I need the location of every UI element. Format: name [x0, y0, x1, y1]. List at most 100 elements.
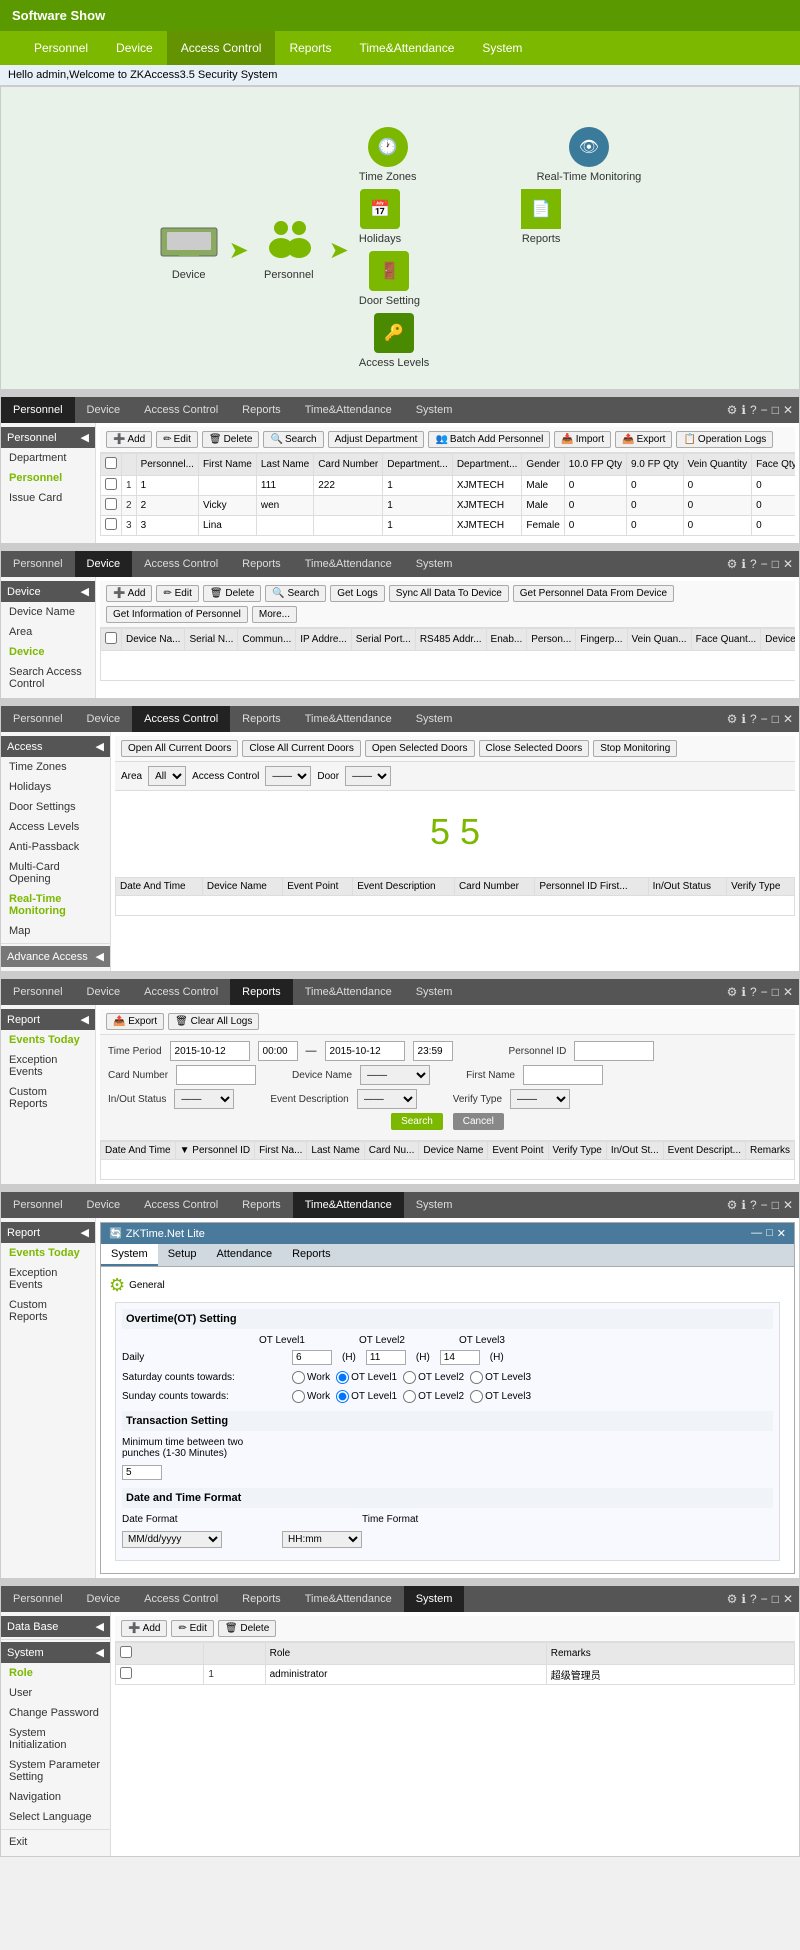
minus-icon-5[interactable]: −	[761, 985, 768, 999]
sat-work-radio[interactable]	[292, 1371, 305, 1384]
more-btn[interactable]: More...	[252, 606, 297, 623]
sidebar-personnel[interactable]: Personnel	[1, 468, 95, 488]
sidebar-change-pwd[interactable]: Change Password	[1, 1703, 110, 1723]
export-btn[interactable]: 📤 Export	[615, 431, 672, 448]
tab-time-2[interactable]: Time&Attendance	[293, 397, 404, 423]
col-remarks-r[interactable]: Remarks	[746, 1142, 795, 1160]
close-icon-5[interactable]: ✕	[783, 985, 793, 999]
delete-btn-3[interactable]: 🗑 Delete	[203, 585, 261, 602]
col-event-desc[interactable]: Event Description	[353, 878, 455, 896]
col-eventpoint-r[interactable]: Event Point	[488, 1142, 548, 1160]
row-check-2[interactable]	[105, 498, 117, 510]
tab-device-3[interactable]: Device	[75, 551, 133, 577]
help-icon-4[interactable]: ?	[750, 712, 757, 726]
col-card-r[interactable]: Card Nu...	[364, 1142, 419, 1160]
sidebar-map[interactable]: Map	[1, 921, 110, 941]
get-info-btn[interactable]: Get Information of Personnel	[106, 606, 248, 623]
reports-sidebar-toggle[interactable]: ◀	[81, 1013, 89, 1026]
sidebar-select-lang[interactable]: Select Language	[1, 1807, 110, 1827]
tab-reports-3[interactable]: Reports	[230, 551, 293, 577]
nav-time-1[interactable]: Time&Attendance	[345, 31, 468, 65]
help-icon-7[interactable]: ?	[750, 1592, 757, 1606]
col-datetime-r[interactable]: Date And Time	[101, 1142, 176, 1160]
to-time-input[interactable]	[413, 1041, 453, 1061]
stop-monitor-btn[interactable]: Stop Monitoring	[593, 740, 677, 757]
sidebar-exception-5[interactable]: Exception Events	[1, 1050, 95, 1082]
sidebar-realtime[interactable]: Real-Time Monitoring	[1, 889, 110, 921]
col-fp9[interactable]: 9.0 FP Qty	[626, 454, 683, 476]
tab-reports-5[interactable]: Reports	[230, 979, 293, 1005]
minus-icon-7[interactable]: −	[761, 1592, 768, 1606]
door-select[interactable]: ——	[345, 766, 391, 786]
sidebar-timezones[interactable]: Time Zones	[1, 757, 110, 777]
daily-ot3-input[interactable]	[440, 1350, 480, 1365]
sidebar-exception-6[interactable]: Exception Events	[1, 1263, 95, 1295]
sidebar-events-today-5[interactable]: Events Today	[1, 1030, 95, 1050]
sys-header-toggle[interactable]: ◀	[96, 1646, 104, 1659]
sidebar-custom-6[interactable]: Custom Reports	[1, 1295, 95, 1327]
sidebar-issue-card[interactable]: Issue Card	[1, 488, 95, 508]
col-fingerp[interactable]: Fingerp...	[576, 629, 627, 651]
date-format-select[interactable]: MM/dd/yyyy	[122, 1531, 222, 1548]
col-commun[interactable]: Commun...	[238, 629, 296, 651]
tab-access-control-5[interactable]: Access Control	[132, 979, 230, 1005]
personnel-id-input[interactable]	[574, 1041, 654, 1061]
add-btn-7[interactable]: ➕ Add	[121, 1620, 167, 1637]
sync-all-btn[interactable]: Sync All Data To Device	[389, 585, 509, 602]
ta-tab-attendance[interactable]: Attendance	[206, 1244, 282, 1266]
nav-device-1[interactable]: Device	[102, 31, 167, 65]
edit-btn-2[interactable]: ✏ Edit	[156, 431, 198, 448]
sidebar-holidays[interactable]: Holidays	[1, 777, 110, 797]
tab-access-control-6[interactable]: Access Control	[132, 1192, 230, 1218]
ta-restore[interactable]: □	[766, 1227, 773, 1240]
col-personid[interactable]: Personnel ID First...	[535, 878, 648, 896]
col-pid-r[interactable]: ▼ Personnel ID	[175, 1142, 254, 1160]
sidebar-department[interactable]: Department	[1, 448, 95, 468]
table-row[interactable]: 2 2 Vicky wen 1 XJMTECH Male 0 0 0 0	[101, 496, 796, 516]
minus-icon-3[interactable]: −	[761, 557, 768, 571]
search-execute-btn[interactable]: Search	[391, 1113, 443, 1130]
tab-device-7[interactable]: Device	[75, 1586, 133, 1612]
sidebar-search-access[interactable]: Search Access Control	[1, 662, 95, 694]
ta-tab-reports[interactable]: Reports	[282, 1244, 341, 1266]
batch-add-btn[interactable]: 👥 Batch Add Personnel	[428, 431, 550, 448]
col-serial[interactable]: Serial N...	[185, 629, 238, 651]
tab-device-4[interactable]: Device	[75, 706, 133, 732]
col-fn-r[interactable]: First Na...	[255, 1142, 307, 1160]
tab-access-control-2[interactable]: Access Control	[132, 397, 230, 423]
sat-ot3-radio[interactable]	[470, 1371, 483, 1384]
device-sidebar-toggle[interactable]: ◀	[81, 585, 89, 598]
help-icon-2[interactable]: ?	[750, 403, 757, 417]
add-btn-2[interactable]: ➕ Add	[106, 431, 152, 448]
col-enab[interactable]: Enab...	[486, 629, 527, 651]
restore-icon-7[interactable]: □	[772, 1592, 779, 1606]
col-dept1[interactable]: Department...	[383, 454, 453, 476]
info-icon-2[interactable]: ℹ	[741, 403, 746, 417]
first-name-input[interactable]	[523, 1065, 603, 1085]
sat-ot1-radio[interactable]	[336, 1371, 349, 1384]
timezones-item[interactable]: 🕐 Time Zones	[359, 127, 417, 183]
to-date-input[interactable]	[325, 1041, 405, 1061]
col-dept2[interactable]: Department...	[452, 454, 522, 476]
from-time-input[interactable]	[258, 1041, 298, 1061]
close-selected-btn[interactable]: Close Selected Doors	[479, 740, 590, 757]
col-fn[interactable]: First Name	[198, 454, 256, 476]
open-selected-btn[interactable]: Open Selected Doors	[365, 740, 475, 757]
col-sport[interactable]: Serial Port...	[351, 629, 415, 651]
table-row[interactable]: 3 3 Lina 1 XJMTECH Female 0 0 0 0	[101, 516, 796, 536]
col-role[interactable]: Role	[265, 1643, 546, 1665]
door-setting-item[interactable]: 🚪 Door Setting	[359, 251, 420, 307]
settings-icon-3[interactable]: ⚙	[727, 557, 738, 571]
sidebar-multi-card[interactable]: Multi-Card Opening	[1, 857, 110, 889]
edit-btn-7[interactable]: ✏ Edit	[171, 1620, 213, 1637]
sidebar-device[interactable]: Device	[1, 642, 95, 662]
nav-system-1[interactable]: System	[468, 31, 536, 65]
settings-icon-2[interactable]: ⚙	[727, 403, 738, 417]
col-card[interactable]: Card Number	[314, 454, 383, 476]
restore-icon-4[interactable]: □	[772, 712, 779, 726]
event-desc-select[interactable]: ——	[357, 1089, 417, 1109]
sidebar-events-today-6[interactable]: Events Today	[1, 1243, 95, 1263]
col-event-point[interactable]: Event Point	[283, 878, 353, 896]
nav-personnel-1[interactable]: Personnel	[20, 31, 102, 65]
delete-btn-2[interactable]: 🗑 Delete	[202, 431, 260, 448]
